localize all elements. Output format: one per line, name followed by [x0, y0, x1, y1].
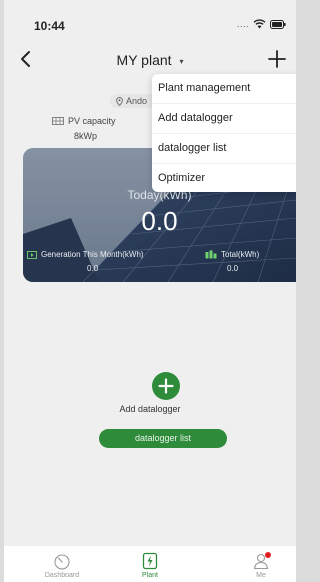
nav-bar: MY plant ▾	[4, 44, 296, 78]
plant-bolt-icon	[142, 552, 158, 570]
plus-icon[interactable]	[266, 48, 288, 70]
menu-item-optimizer[interactable]: Optimizer	[152, 164, 296, 193]
status-bar: 10:44 ....	[4, 0, 296, 44]
total-energy-icon	[205, 250, 217, 259]
total-energy-label: Total(kWh)	[221, 250, 260, 259]
signal-dots: ....	[236, 19, 249, 29]
tab-dashboard[interactable]: Dashboard	[27, 546, 97, 582]
solar-panel-icon	[52, 116, 64, 125]
page-title: MY plant	[116, 52, 172, 68]
datalogger-list-button[interactable]: datalogger list	[99, 429, 227, 448]
location-pin-icon	[116, 96, 123, 106]
tab-plant[interactable]: Plant	[115, 546, 185, 582]
generation-month-value: 0.0	[87, 264, 99, 273]
menu-item-datalogger-list[interactable]: datalogger list	[152, 134, 296, 164]
today-energy-value: 0.0	[141, 206, 178, 236]
add-datalogger-button[interactable]	[152, 372, 180, 400]
generation-month: Generation This Month(kWh)	[27, 250, 144, 259]
menu-item-plant-management[interactable]: Plant management	[152, 74, 296, 104]
add-menu-dropdown: Plant management Add datalogger datalogg…	[152, 74, 296, 192]
notification-badge	[265, 552, 271, 558]
generation-icon	[27, 250, 37, 259]
menu-item-add-datalogger[interactable]: Add datalogger	[152, 104, 296, 134]
chevron-down-icon: ▾	[179, 56, 184, 66]
battery-icon	[270, 19, 286, 29]
pv-capacity-label: PV capacity	[68, 116, 116, 126]
tab-plant-label: Plant	[142, 572, 158, 579]
total-energy: Total(kWh)	[205, 250, 259, 259]
add-datalogger-label: Add datalogger	[119, 404, 181, 414]
status-icons: ....	[237, 19, 286, 29]
today-value: 0.0	[23, 206, 296, 237]
tab-me[interactable]: Me	[226, 546, 296, 582]
total-energy-value: 0.0	[227, 264, 239, 273]
pv-capacity: PV capacity	[52, 116, 116, 126]
app-screen: 10:44 .... MY plant ▾ Ando PV capacity 8…	[4, 0, 296, 582]
plus-circle-icon	[158, 378, 174, 394]
status-time: 10:44	[34, 19, 65, 33]
dashboard-gauge-icon	[54, 554, 70, 570]
generation-month-label: Generation This Month(kWh)	[41, 250, 144, 259]
location-badge: Ando	[110, 94, 156, 108]
wifi-icon	[253, 19, 266, 29]
pv-capacity-value: 8kWp	[74, 131, 98, 141]
bottom-tab-bar: Dashboard Plant Me	[4, 546, 296, 582]
location-text: Ando	[126, 96, 148, 106]
tab-me-label: Me	[256, 572, 266, 579]
plant-selector[interactable]: MY plant ▾	[4, 52, 296, 68]
tab-dashboard-label: Dashboard	[44, 572, 80, 579]
